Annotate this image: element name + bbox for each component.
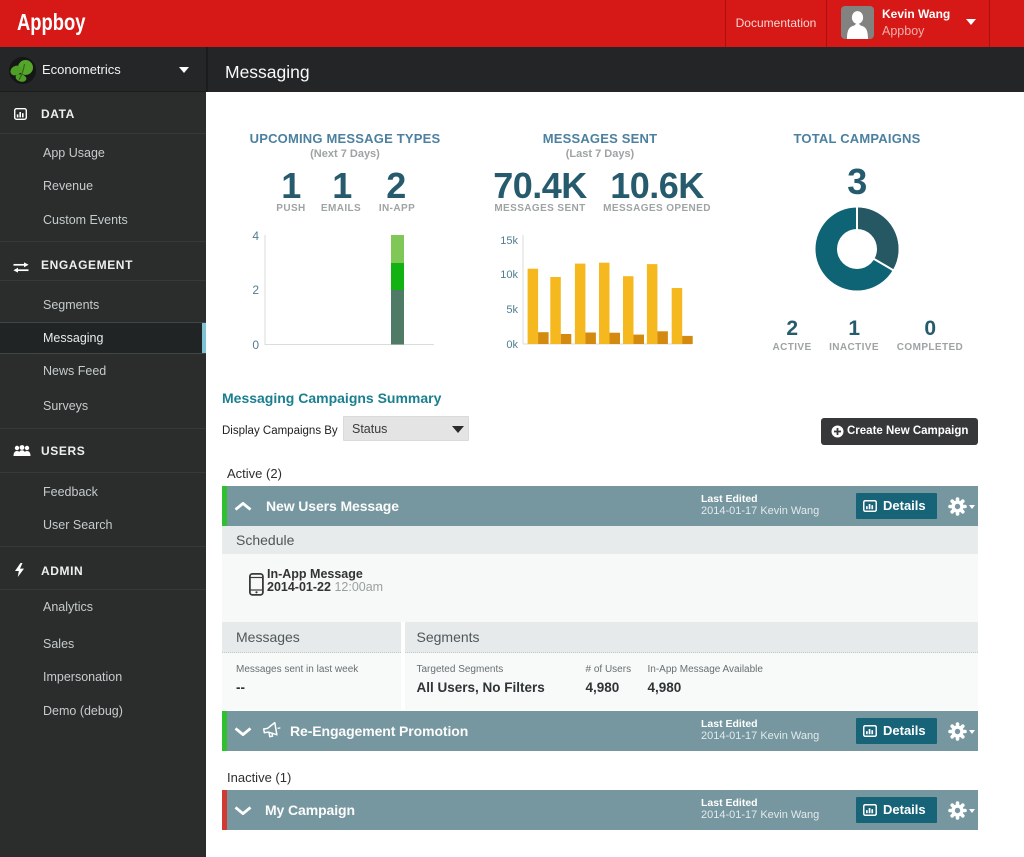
svg-text:2: 2 — [252, 283, 259, 297]
svg-text:0k: 0k — [506, 339, 518, 350]
svg-text:15k: 15k — [500, 235, 518, 247]
svg-text:0: 0 — [252, 338, 259, 350]
svg-text:4: 4 — [252, 229, 259, 243]
svg-text:5k: 5k — [506, 304, 518, 316]
svg-text:10k: 10k — [500, 269, 518, 281]
